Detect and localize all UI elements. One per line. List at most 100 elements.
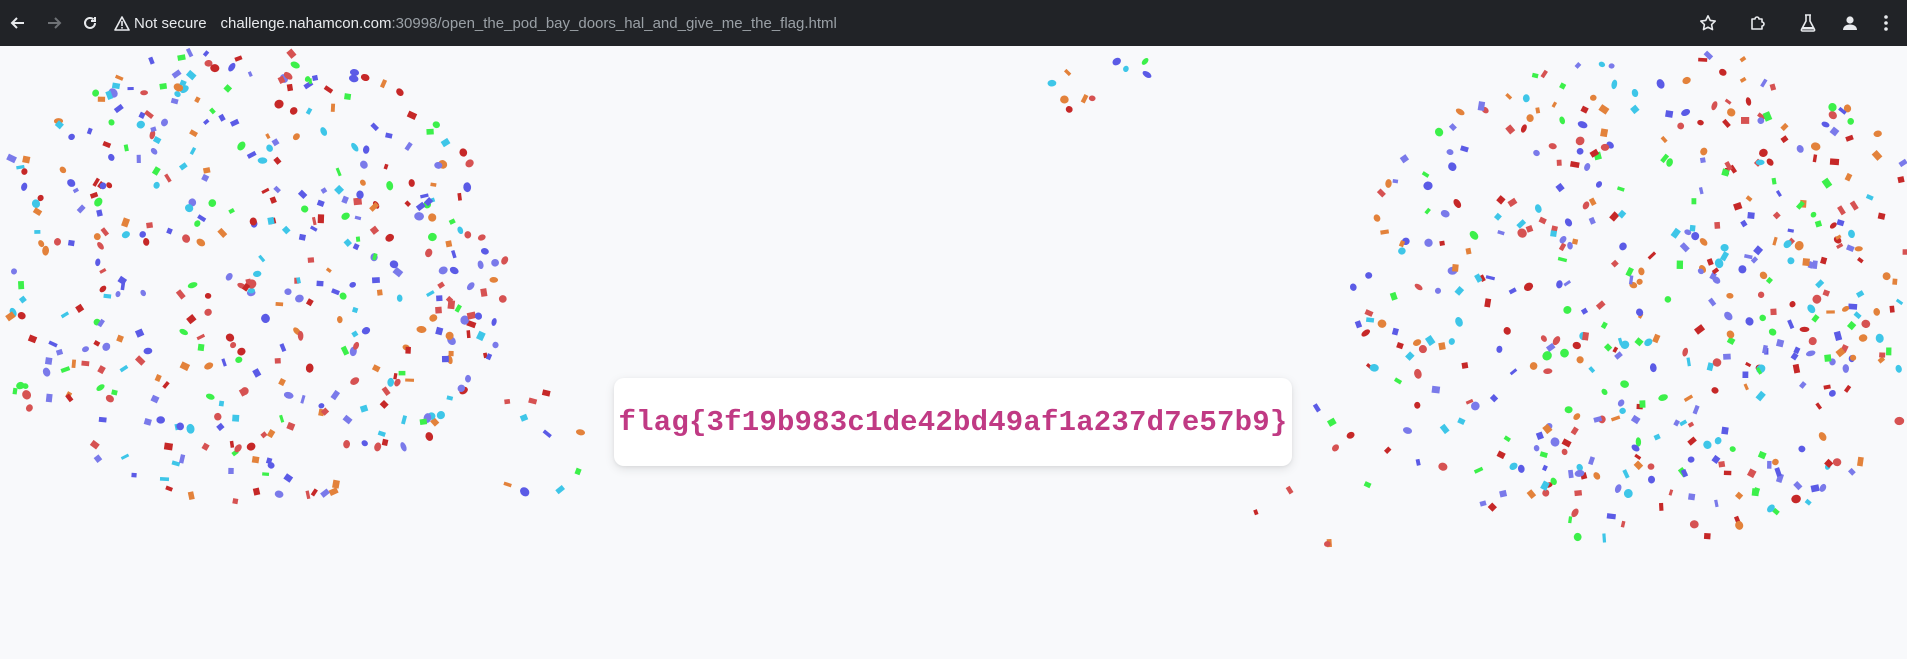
confetti-piece <box>1415 458 1421 466</box>
confetti-piece <box>1820 256 1828 265</box>
confetti-piece <box>1787 257 1795 265</box>
confetti-piece <box>1712 358 1722 367</box>
confetti-piece <box>228 62 236 72</box>
confetti-piece <box>102 342 111 351</box>
confetti-piece <box>1619 407 1626 415</box>
confetti-piece <box>1595 300 1606 310</box>
confetti-piece <box>435 326 444 336</box>
confetti-piece <box>307 257 315 263</box>
confetti-piece <box>271 138 280 147</box>
confetti-piece <box>1740 219 1748 228</box>
confetti-piece <box>111 389 118 396</box>
bookmark-button[interactable] <box>1687 5 1729 41</box>
confetti-piece <box>1636 308 1644 317</box>
confetti-piece <box>359 404 369 413</box>
arrow-right-icon <box>48 17 62 29</box>
confetti-piece <box>1721 426 1729 435</box>
confetti-piece <box>374 442 382 452</box>
confetti-piece <box>1582 201 1590 210</box>
confetti-piece <box>1757 450 1767 460</box>
confetti-piece <box>334 184 345 195</box>
confetti-piece <box>1625 266 1634 277</box>
confetti-piece <box>332 479 340 489</box>
confetti-piece <box>414 212 424 221</box>
confetti-piece <box>457 226 464 235</box>
confetti-piece <box>1855 290 1865 298</box>
confetti-piece <box>1711 101 1718 111</box>
confetti-piece <box>204 308 212 316</box>
confetti-piece <box>102 140 112 149</box>
confetti-piece <box>93 339 101 347</box>
confetti-piece <box>179 328 189 336</box>
confetti-piece <box>1574 62 1582 69</box>
confetti-piece <box>100 227 110 237</box>
confetti-piece <box>1706 258 1714 266</box>
confetti-piece <box>1668 489 1674 496</box>
confetti-piece <box>1424 238 1433 247</box>
confetti-piece <box>228 467 234 475</box>
confetti-piece <box>1516 219 1527 229</box>
confetti-piece <box>1617 209 1627 219</box>
confetti-piece <box>1601 388 1608 396</box>
back-button[interactable] <box>0 5 36 41</box>
confetti-piece <box>1812 294 1822 304</box>
confetti-piece <box>1751 488 1760 497</box>
confetti-piece <box>498 295 507 303</box>
security-chip[interactable]: Not secure <box>114 15 207 32</box>
confetti-piece <box>1689 224 1696 232</box>
confetti-piece <box>1571 238 1579 245</box>
confetti-piece <box>1886 347 1892 356</box>
confetti-piece <box>159 476 170 482</box>
extensions-button[interactable] <box>1737 5 1779 41</box>
confetti-piece <box>1821 121 1830 128</box>
profile-button[interactable] <box>1829 5 1871 41</box>
confetti-piece <box>1683 394 1694 402</box>
confetti-piece <box>162 381 170 389</box>
confetti-piece <box>1898 158 1907 168</box>
confetti-piece <box>1424 207 1431 215</box>
confetti-piece <box>42 367 51 377</box>
confetti-piece <box>17 280 25 290</box>
address-bar[interactable]: Not secure challenge.nahamcon.com:30998/… <box>114 6 1687 40</box>
confetti-piece <box>1656 79 1665 89</box>
confetti-piece <box>1568 516 1573 524</box>
confetti-piece <box>1895 298 1904 306</box>
confetti-piece <box>72 187 79 194</box>
confetti-piece <box>1598 104 1610 115</box>
confetti-piece <box>218 400 225 407</box>
labs-button[interactable] <box>1787 5 1829 41</box>
confetti-piece <box>1503 327 1511 335</box>
confetti-piece <box>286 421 296 431</box>
confetti-piece <box>1808 337 1817 346</box>
confetti-piece <box>1561 448 1568 456</box>
confetti-piece <box>196 238 206 247</box>
confetti-piece <box>89 439 100 450</box>
confetti-piece <box>1789 301 1796 308</box>
confetti-piece <box>1746 468 1757 479</box>
confetti-piece <box>1610 259 1619 268</box>
confetti-piece <box>1837 205 1846 216</box>
confetti-piece <box>146 222 154 229</box>
confetti-piece <box>187 282 198 289</box>
confetti-piece <box>1505 92 1513 100</box>
confetti-piece <box>1593 472 1601 480</box>
confetti-piece <box>10 268 18 275</box>
confetti-piece <box>82 346 89 353</box>
confetti-piece <box>1623 489 1633 498</box>
confetti-piece <box>261 187 270 194</box>
confetti-piece <box>260 431 268 439</box>
confetti-piece <box>246 150 257 159</box>
confetti-piece <box>1376 188 1386 198</box>
reload-button[interactable] <box>72 5 108 41</box>
menu-button[interactable] <box>1871 5 1901 41</box>
confetti-piece <box>1622 469 1630 479</box>
confetti-piece <box>1854 246 1863 252</box>
star-icon <box>1700 15 1716 31</box>
confetti-piece <box>1718 460 1726 468</box>
confetti-piece <box>1714 221 1721 229</box>
confetti-piece <box>246 442 256 451</box>
confetti-piece <box>1496 345 1503 353</box>
forward-button[interactable] <box>36 5 72 41</box>
confetti-piece <box>1577 121 1588 129</box>
confetti-piece <box>1461 362 1469 369</box>
